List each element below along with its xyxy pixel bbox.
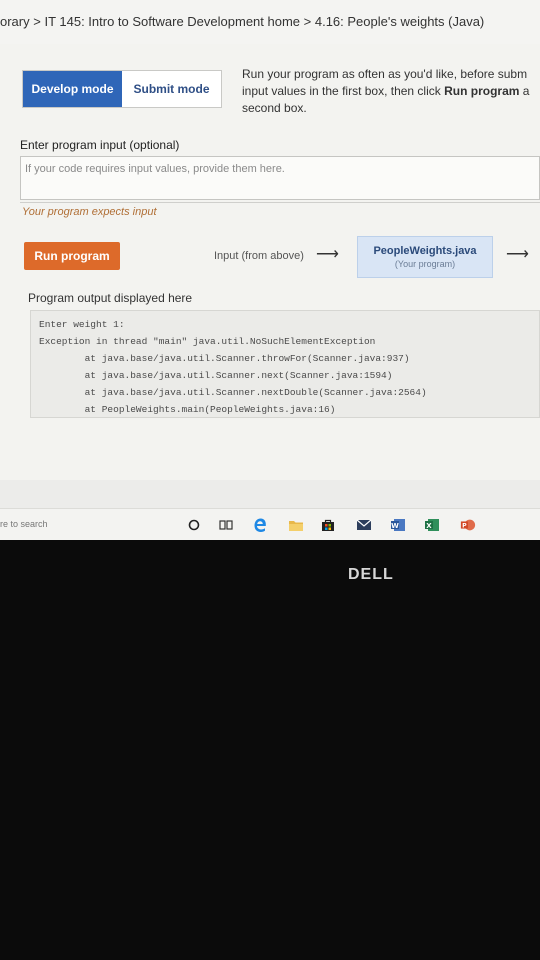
- windows-taskbar: re to search W X P: [0, 508, 540, 540]
- instructions-line-2: input values in the first box, then clic…: [242, 83, 540, 100]
- expects-input-notice: Your program expects input: [22, 206, 157, 218]
- lab-panel: Develop mode Submit mode Run your progra…: [0, 44, 540, 480]
- instructions-run-program: Run program: [444, 84, 520, 98]
- breadcrumb: orary > IT 145: Intro to Software Develo…: [0, 0, 540, 45]
- breadcrumb-sep: >: [29, 14, 45, 29]
- powerpoint-icon[interactable]: P: [460, 517, 476, 533]
- arrow-right-icon: ⟶: [316, 246, 339, 263]
- instructions-line-1: Run your program as often as you'd like,…: [242, 67, 528, 81]
- monitor-screen: orary > IT 145: Intro to Software Develo…: [0, 0, 540, 540]
- svg-text:X: X: [426, 522, 432, 530]
- program-output-label: Program output displayed here: [28, 291, 193, 305]
- arrow-right-icon: ⟶: [506, 246, 529, 263]
- divider: [20, 202, 540, 203]
- taskbar-search[interactable]: re to search: [0, 519, 48, 529]
- program-input-label: Enter program input (optional): [20, 138, 180, 152]
- task-view-icon[interactable]: [218, 517, 234, 533]
- breadcrumb-sep: >: [300, 14, 315, 29]
- dell-logo: DELL: [348, 566, 394, 583]
- program-input[interactable]: [20, 156, 540, 200]
- program-file-box: PeopleWeights.java (Your program): [357, 236, 493, 278]
- mail-icon[interactable]: [356, 517, 372, 533]
- svg-text:P: P: [462, 522, 467, 529]
- develop-mode-button[interactable]: Develop mode: [23, 71, 122, 107]
- word-icon[interactable]: W: [390, 517, 406, 533]
- run-program-button[interactable]: Run program: [24, 242, 120, 270]
- excel-icon[interactable]: X: [424, 517, 440, 533]
- run-instructions: Run your program as often as you'd like,…: [242, 66, 540, 117]
- edge-icon[interactable]: [252, 517, 268, 533]
- svg-text:W: W: [391, 522, 399, 530]
- laptop-bezel: [0, 540, 540, 960]
- instructions-line-2-suffix: a: [519, 84, 530, 98]
- breadcrumb-item-section: 4.16: People's weights (Java): [314, 14, 485, 29]
- cortana-circle-icon[interactable]: [186, 517, 202, 533]
- instructions-line-2-prefix: input values in the first box, then clic…: [242, 84, 445, 98]
- program-output: Enter weight 1: Exception in thread "mai…: [30, 310, 540, 418]
- file-explorer-icon[interactable]: [288, 517, 304, 533]
- program-file-name: PeopleWeights.java: [373, 245, 477, 257]
- submit-mode-button[interactable]: Submit mode: [122, 71, 221, 107]
- input-from-above-label: Input (from above): [214, 250, 304, 262]
- breadcrumb-item-course[interactable]: IT 145: Intro to Software Development ho…: [44, 14, 300, 29]
- instructions-line-3: second box.: [242, 101, 307, 115]
- mode-toggle: Develop mode Submit mode: [22, 70, 222, 108]
- program-file-sub: (Your program): [394, 259, 456, 269]
- store-icon[interactable]: [320, 517, 336, 533]
- breadcrumb-item-library[interactable]: orary: [0, 14, 30, 29]
